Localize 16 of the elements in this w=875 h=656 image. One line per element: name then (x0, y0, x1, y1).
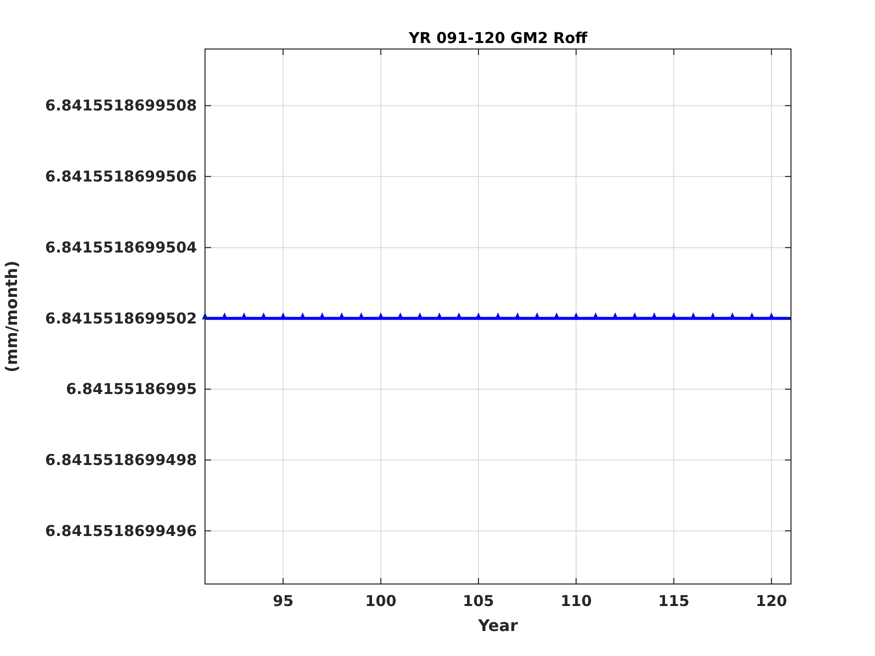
tick-label: 95 (272, 592, 294, 610)
tick-label: 6.8415518699496 (45, 522, 197, 540)
tick-label: 115 (658, 592, 690, 610)
tick-label: 6.8415518699508 (45, 96, 197, 115)
tick-label: 6.8415518699504 (45, 238, 197, 257)
axis-label: (mm/month) (2, 260, 21, 372)
axis-label: Year (478, 616, 518, 635)
tick-label: 110 (560, 592, 592, 610)
tick-label: 105 (462, 592, 494, 610)
tick-label: 120 (756, 592, 788, 610)
tick-label: 100 (365, 592, 396, 610)
tick-label: 6.8415518699498 (45, 451, 197, 469)
tick-label: 6.8415518699502 (45, 309, 197, 328)
tick-label: 6.8415518699506 (45, 167, 197, 186)
tick-label: 6.84155186995 (66, 380, 197, 398)
chart-title: YR 091-120 GM2 Roff (408, 29, 588, 47)
